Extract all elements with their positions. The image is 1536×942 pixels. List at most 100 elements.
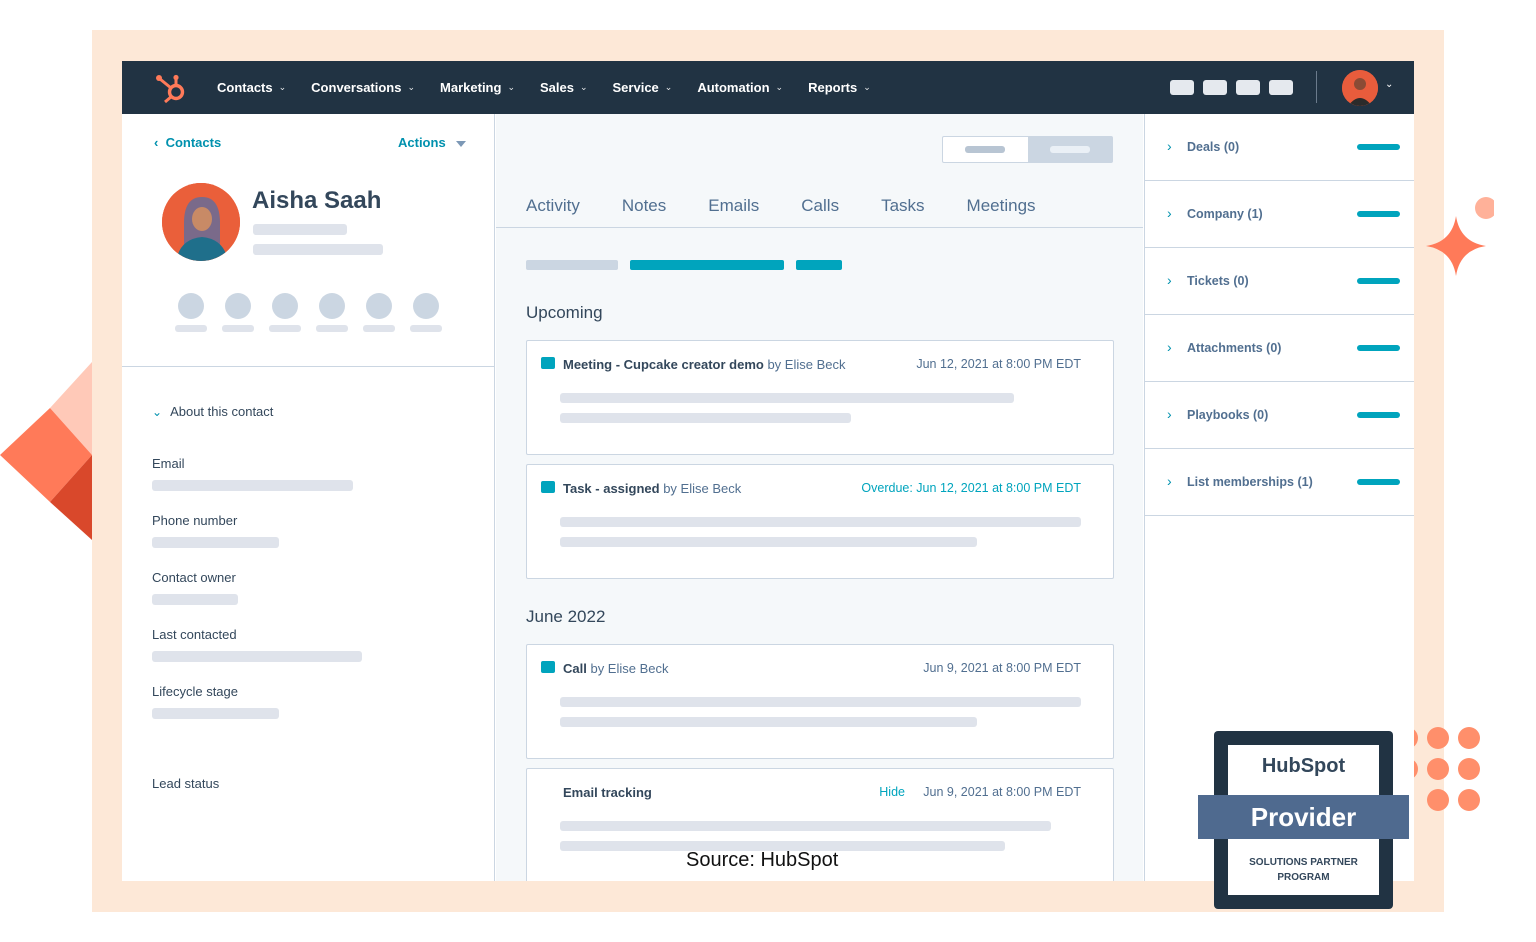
quick-action-button[interactable]: [178, 293, 204, 319]
chevron-left-icon: ‹: [154, 135, 166, 150]
menu-sales[interactable]: Sales ⌄: [540, 80, 588, 95]
quick-action-button[interactable]: [413, 293, 439, 319]
menu-label: Sales: [539, 80, 574, 95]
actions-dropdown[interactable]: Actions: [398, 135, 466, 150]
card-author: by Elise Beck: [663, 481, 742, 496]
chevron-down-icon: ⌄: [278, 82, 287, 92]
menu-label: Contacts: [217, 80, 273, 95]
nav-utility-button[interactable]: [1269, 80, 1293, 95]
filter-pill[interactable]: [526, 260, 618, 270]
card-title: Email tracking: [563, 785, 652, 800]
filter-pill[interactable]: [630, 260, 784, 270]
about-section-toggle[interactable]: ⌄ About this contact: [152, 404, 273, 419]
filter-pill[interactable]: [796, 260, 842, 270]
card-date: Jun 9, 2021 at 8:00 PM EDT: [923, 661, 1081, 675]
chevron-down-icon: ⌄: [507, 82, 515, 92]
sidebar-item-playbooks[interactable]: › Playbooks (0): [1145, 382, 1414, 449]
placeholder-line: [1357, 144, 1400, 150]
quick-action-button[interactable]: [272, 293, 298, 319]
chevron-right-icon: ›: [1167, 205, 1172, 221]
placeholder-line: [560, 717, 977, 727]
placeholder-line: [1357, 278, 1400, 284]
nav-utility-button[interactable]: [1236, 80, 1260, 95]
card-title: Meeting - Cupcake creator demo by Elise …: [563, 357, 846, 372]
field-value-placeholder[interactable]: [152, 480, 353, 491]
hubspot-sprocket-icon[interactable]: [154, 71, 188, 105]
field-value-placeholder[interactable]: [152, 651, 362, 662]
menu-reports[interactable]: Reports ⌄: [808, 80, 871, 95]
chevron-right-icon: ›: [1167, 406, 1172, 422]
menu-marketing[interactable]: Marketing ⌄: [440, 80, 515, 95]
tab-calls[interactable]: Calls: [801, 196, 839, 216]
tab-activity[interactable]: Activity: [526, 196, 580, 216]
sidebar-item-label: Company (1): [1187, 207, 1263, 221]
sidebar-item-label: List memberships (1): [1187, 475, 1313, 489]
chevron-down-icon[interactable]: ⌄: [1385, 79, 1393, 90]
activity-card-meeting[interactable]: Meeting - Cupcake creator demo by Elise …: [526, 340, 1114, 455]
card-title-text: Email tracking: [563, 785, 652, 800]
menu-label: Conversations: [311, 80, 402, 95]
diamond-decoration: [0, 362, 92, 540]
card-title-text: Meeting - Cupcake creator demo: [563, 357, 764, 372]
back-to-contacts-link[interactable]: ‹ Contacts: [154, 135, 221, 150]
placeholder-line: [1049, 146, 1090, 153]
placeholder-line: [560, 821, 1051, 831]
sidebar-item-list-memberships[interactable]: › List memberships (1): [1145, 449, 1414, 516]
placeholder-line: [560, 393, 1014, 403]
sidebar-item-attachments[interactable]: › Attachments (0): [1145, 315, 1414, 382]
caret-down-icon: [455, 140, 466, 147]
menu-automation[interactable]: Automation ⌄: [697, 80, 783, 95]
quick-action-button[interactable]: [366, 293, 392, 319]
nav-utility-button[interactable]: [1170, 80, 1194, 95]
field-value-placeholder[interactable]: [152, 537, 279, 548]
sidebar-item-tickets[interactable]: › Tickets (0): [1145, 248, 1414, 315]
view-toggle-option-active[interactable]: [1027, 137, 1112, 162]
tab-tasks[interactable]: Tasks: [881, 196, 924, 216]
quick-action-button[interactable]: [319, 293, 345, 319]
contact-panel: ‹ Contacts Actions Aisha Saah ⌄ About th…: [122, 114, 495, 881]
field-label-email: Email: [152, 456, 185, 471]
menu-label: Service: [612, 80, 659, 95]
card-title: Call by Elise Beck: [563, 661, 669, 676]
sidebar-item-label: Tickets (0): [1187, 274, 1249, 288]
chevron-down-icon: ⌄: [407, 82, 416, 92]
menu-contacts[interactable]: Contacts ⌄: [217, 80, 286, 95]
chevron-right-icon: ›: [1167, 339, 1172, 355]
nav-utility-button[interactable]: [1203, 80, 1227, 95]
card-author: by Elise Beck: [767, 357, 846, 372]
tab-notes[interactable]: Notes: [622, 196, 666, 216]
tab-meetings[interactable]: Meetings: [967, 196, 1036, 216]
view-toggle: [942, 136, 1113, 163]
field-value-placeholder[interactable]: [152, 708, 279, 719]
menu-service[interactable]: Service ⌄: [613, 80, 673, 95]
card-author: by Elise Beck: [590, 661, 669, 676]
field-value-placeholder[interactable]: [152, 594, 238, 605]
view-toggle-option[interactable]: [943, 137, 1028, 162]
contact-photo: [162, 183, 240, 261]
sidebar-item-label: Playbooks (0): [1187, 408, 1269, 422]
section-heading-june-2022: June 2022: [526, 607, 606, 626]
section-heading-upcoming: Upcoming: [526, 303, 603, 322]
menu-conversations[interactable]: Conversations ⌄: [311, 80, 415, 95]
placeholder-line: [175, 325, 207, 332]
tab-emails[interactable]: Emails: [708, 196, 759, 216]
sidebar-item-label: Deals (0): [1187, 140, 1240, 154]
placeholder-line: [965, 146, 1006, 153]
sidebar-item-company[interactable]: › Company (1): [1145, 181, 1414, 248]
nav-utility-buttons: [1170, 80, 1302, 95]
card-date: Jun 9, 2021 at 8:00 PM EDT: [923, 785, 1081, 799]
chevron-down-icon: ⌄: [579, 82, 588, 92]
placeholder-line: [363, 325, 395, 332]
nav-divider: [1316, 71, 1317, 103]
top-nav: Contacts ⌄ Conversations ⌄ Marketing ⌄ Sale…: [122, 61, 1414, 114]
actions-label: Actions: [398, 135, 446, 150]
user-avatar[interactable]: [1342, 70, 1378, 106]
activity-card-call[interactable]: Call by Elise Beck Jun 9, 2021 at 8:00 P…: [526, 644, 1114, 759]
activity-card-task[interactable]: Task - assigned by Elise Beck Overdue: J…: [526, 464, 1114, 579]
sidebar-item-deals[interactable]: › Deals (0): [1145, 114, 1414, 181]
chevron-down-icon: ⌄: [863, 82, 871, 92]
field-label-lead-status: Lead status: [152, 776, 220, 791]
quick-action-button[interactable]: [225, 293, 251, 319]
hide-link[interactable]: Hide: [879, 785, 905, 799]
placeholder-line: [222, 325, 254, 332]
